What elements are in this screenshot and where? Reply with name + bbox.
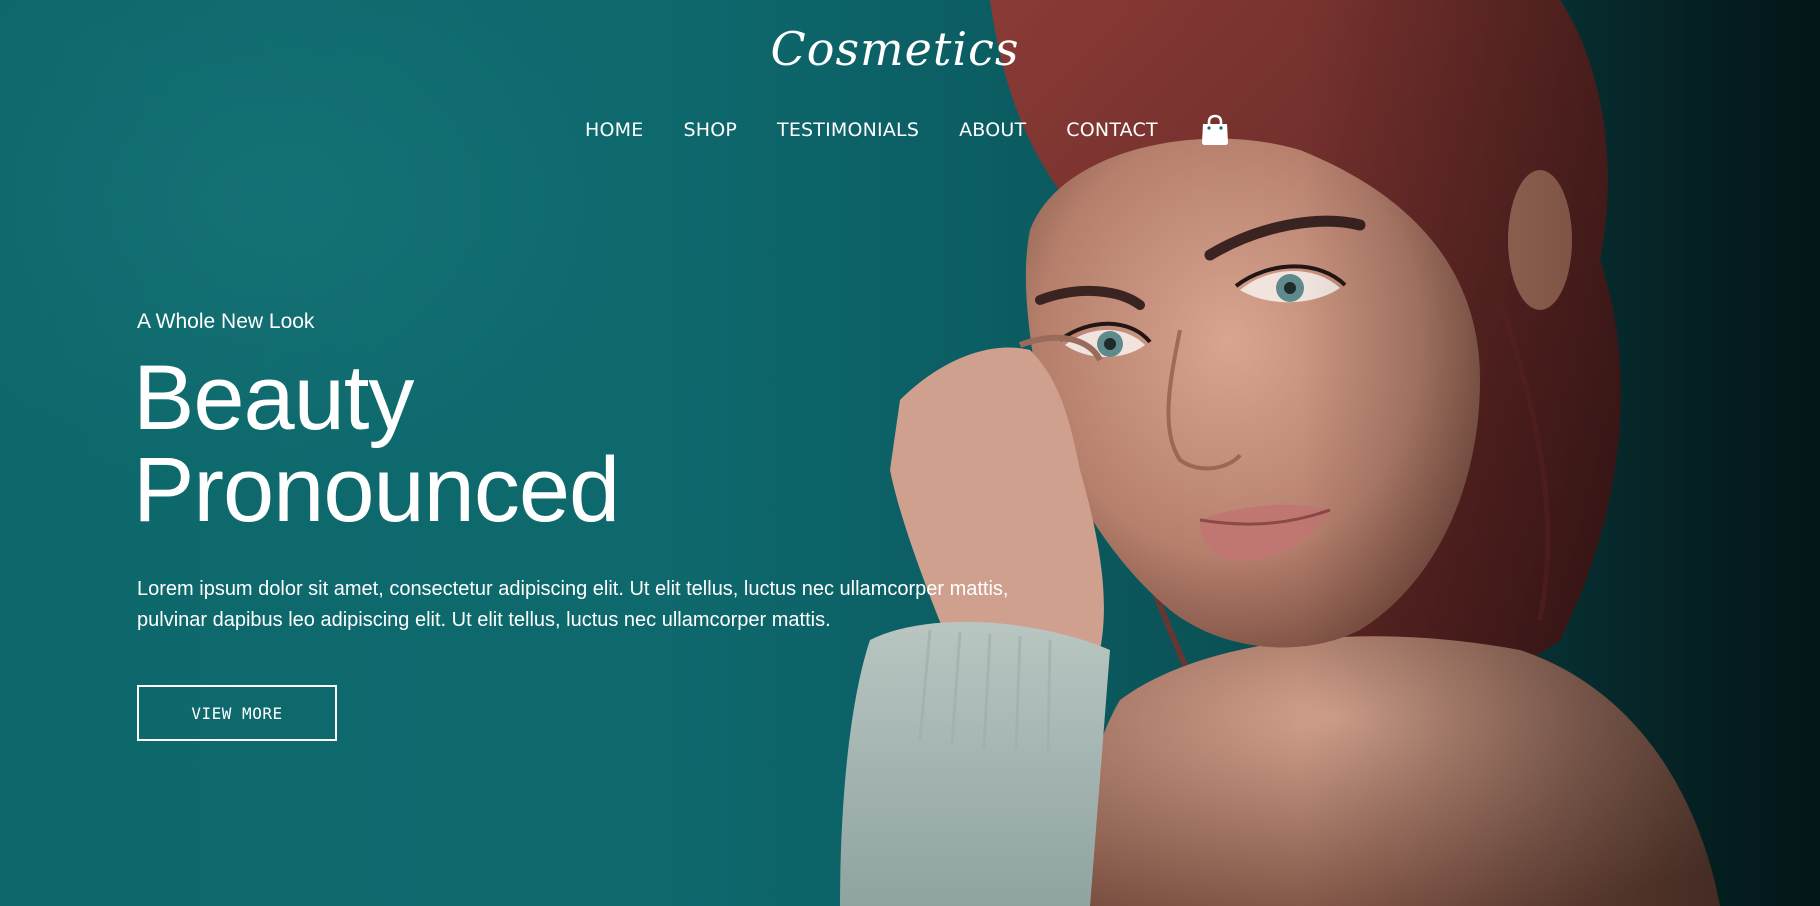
nav-item-about[interactable]: ABOUT: [959, 119, 1026, 141]
hero-eyebrow: A Whole New Look: [137, 310, 315, 333]
nav-item-contact[interactable]: CONTACT: [1066, 119, 1158, 141]
view-more-button[interactable]: VIEW MORE: [137, 685, 337, 741]
hero-headline-line-2: Pronounced: [133, 439, 620, 541]
brand-logo[interactable]: Cosmetics: [0, 22, 1790, 76]
nav-item-testimonials[interactable]: TESTIMONIALS: [777, 119, 919, 141]
main-navigation: HOME SHOP TESTIMONIALS ABOUT CONTACT: [585, 114, 1230, 146]
nav-item-home[interactable]: HOME: [585, 119, 643, 141]
hero-description: Lorem ipsum dolor sit amet, consectetur …: [137, 578, 1009, 631]
hero-section: Cosmetics HOME SHOP TESTIMONIALS ABOUT C…: [0, 0, 1820, 906]
nav-item-shop[interactable]: SHOP: [683, 119, 737, 141]
hero-headline: Beauty Pronounced: [133, 347, 620, 541]
hero-headline-line-1: Beauty: [133, 347, 414, 449]
shopping-bag-icon[interactable]: [1200, 114, 1230, 146]
